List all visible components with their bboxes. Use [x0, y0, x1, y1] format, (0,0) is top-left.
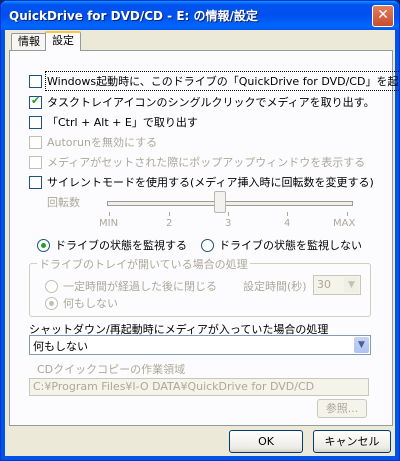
monitor-off-radio[interactable]: [201, 238, 214, 252]
shutdown-value: 何もしない: [33, 340, 88, 353]
tick-label-2: 2: [166, 218, 173, 229]
monitor-on-option[interactable]: ドライブの状態を監視する: [37, 237, 187, 253]
cancel-button[interactable]: キャンセル: [313, 430, 391, 453]
window-title: QuickDrive for DVD/CD - E: の情報/設定: [9, 9, 258, 23]
hotkey-eject-checkbox[interactable]: [29, 115, 42, 129]
tick-label-min: MIN: [99, 218, 119, 229]
tray-eject-label: タスクトレイアイコンのシングルクリックでメディアを取り出す。: [47, 96, 375, 109]
do-nothing-label: 何もしない: [63, 297, 118, 310]
do-nothing-option: 何もしない: [45, 295, 118, 311]
slider-tick: [169, 212, 170, 216]
tray-eject-option[interactable]: ✔ タスクトレイアイコンのシングルクリックでメディアを取り出す。: [29, 94, 375, 110]
cdcopy-path-field: C:¥Program Files¥I-O DATA¥QuickDrive for…: [29, 378, 369, 396]
popup-label: メディアがセットされた際にポップアップウィンドウを表示する: [47, 156, 366, 169]
tick-label-max: MAX: [333, 218, 356, 229]
rotation-label: 回転数: [47, 196, 80, 209]
cdcopy-label: CDクイックコピーの作業領域: [37, 363, 186, 376]
title-bar[interactable]: QuickDrive for DVD/CD - E: の情報/設定 ✕: [1, 1, 399, 30]
tick-label-3: 3: [225, 218, 232, 229]
shutdown-select[interactable]: 何もしない ▼: [29, 335, 371, 355]
popup-option: メディアがセットされた際にポップアップウィンドウを表示する: [29, 154, 365, 170]
startup-label: Windows起動時に、このドライブの「QuickDrive for DVD/C…: [44, 71, 399, 91]
time-value: 30: [317, 278, 331, 291]
monitor-on-radio[interactable]: [37, 238, 50, 252]
slider-tick: [287, 212, 288, 216]
rotation-slider-track: [107, 201, 353, 206]
disable-autorun-label: Autorunを無効にする: [47, 136, 158, 149]
slider-tick: [109, 212, 110, 216]
radio-dot: [41, 242, 46, 248]
tray-eject-checkbox[interactable]: ✔: [29, 93, 42, 109]
window-frame-bottom: [1, 456, 399, 460]
silent-mode-checkbox[interactable]: [29, 175, 42, 189]
hotkey-eject-option[interactable]: 「Ctrl + Alt + E」で取り出す: [29, 114, 198, 130]
check-icon: ✔: [31, 93, 41, 107]
tick-label-4: 4: [284, 218, 291, 229]
settings-window: QuickDrive for DVD/CD - E: の情報/設定 ✕ 情報 設…: [0, 0, 400, 461]
window-frame-left: [1, 30, 5, 460]
close-after-option: 一定時間が経過した後に閉じる: [45, 278, 217, 294]
close-after-label: 一定時間が経過した後に閉じる: [63, 280, 217, 293]
slider-tick: [347, 212, 348, 216]
tab-settings[interactable]: 設定: [45, 31, 81, 51]
startup-checkbox[interactable]: [29, 74, 42, 88]
tray-open-group-title: ドライブのトレイが開いている場合の処理: [37, 256, 250, 272]
tab-info[interactable]: 情報: [11, 33, 47, 50]
hotkey-eject-label: 「Ctrl + Alt + E」で取り出す: [47, 116, 198, 129]
rotation-slider-thumb: [214, 191, 226, 213]
close-after-radio: [45, 279, 58, 293]
silent-mode-option[interactable]: サイレントモードを使用する(メディア挿入時に回転数を変更する): [29, 174, 374, 190]
cdcopy-path: C:¥Program Files¥I-O DATA¥QuickDrive for…: [33, 380, 315, 393]
disable-autorun-checkbox: [29, 135, 42, 149]
close-button[interactable]: ✕: [372, 5, 394, 27]
startup-option[interactable]: Windows起動時に、このドライブの「QuickDrive for DVD/C…: [29, 71, 399, 91]
radio-dot: [49, 300, 54, 306]
disable-autorun-option: Autorunを無効にする: [29, 134, 157, 150]
chevron-down-icon[interactable]: ▼: [354, 337, 369, 353]
monitor-off-label: ドライブの状態を監視しない: [219, 239, 362, 252]
ok-button[interactable]: OK: [229, 430, 303, 453]
chevron-down-icon: ▼: [344, 277, 359, 293]
silent-mode-label: サイレントモードを使用する(メディア挿入時に回転数を変更する): [47, 176, 374, 189]
time-select: 30 ▼: [313, 275, 361, 295]
popup-checkbox: [29, 155, 42, 169]
monitor-on-label: ドライブの状態を監視する: [55, 239, 187, 252]
window-frame-right: [395, 30, 399, 460]
time-label: 設定時間(秒): [243, 280, 307, 293]
browse-button: 参照...: [317, 399, 367, 418]
slider-tick: [228, 212, 229, 216]
monitor-off-option[interactable]: ドライブの状態を監視しない: [201, 237, 362, 253]
do-nothing-radio: [45, 296, 58, 310]
